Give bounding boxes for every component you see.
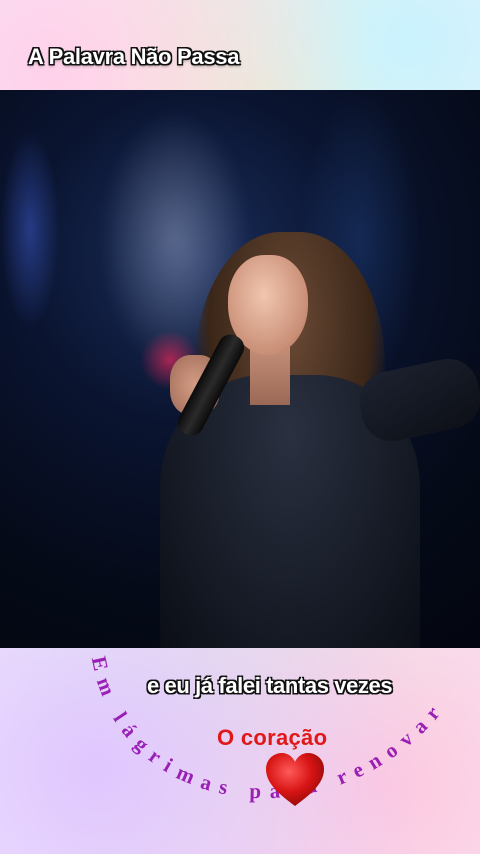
- video-frame[interactable]: [0, 90, 480, 648]
- heart-icon: [266, 753, 324, 806]
- lyric-subtitle: e eu já falei tantas vezes: [147, 673, 393, 698]
- song-title: A Palavra Não Passa: [28, 44, 240, 69]
- lyric-highlight: O coração: [217, 725, 328, 750]
- stage-light-blue: [0, 130, 60, 330]
